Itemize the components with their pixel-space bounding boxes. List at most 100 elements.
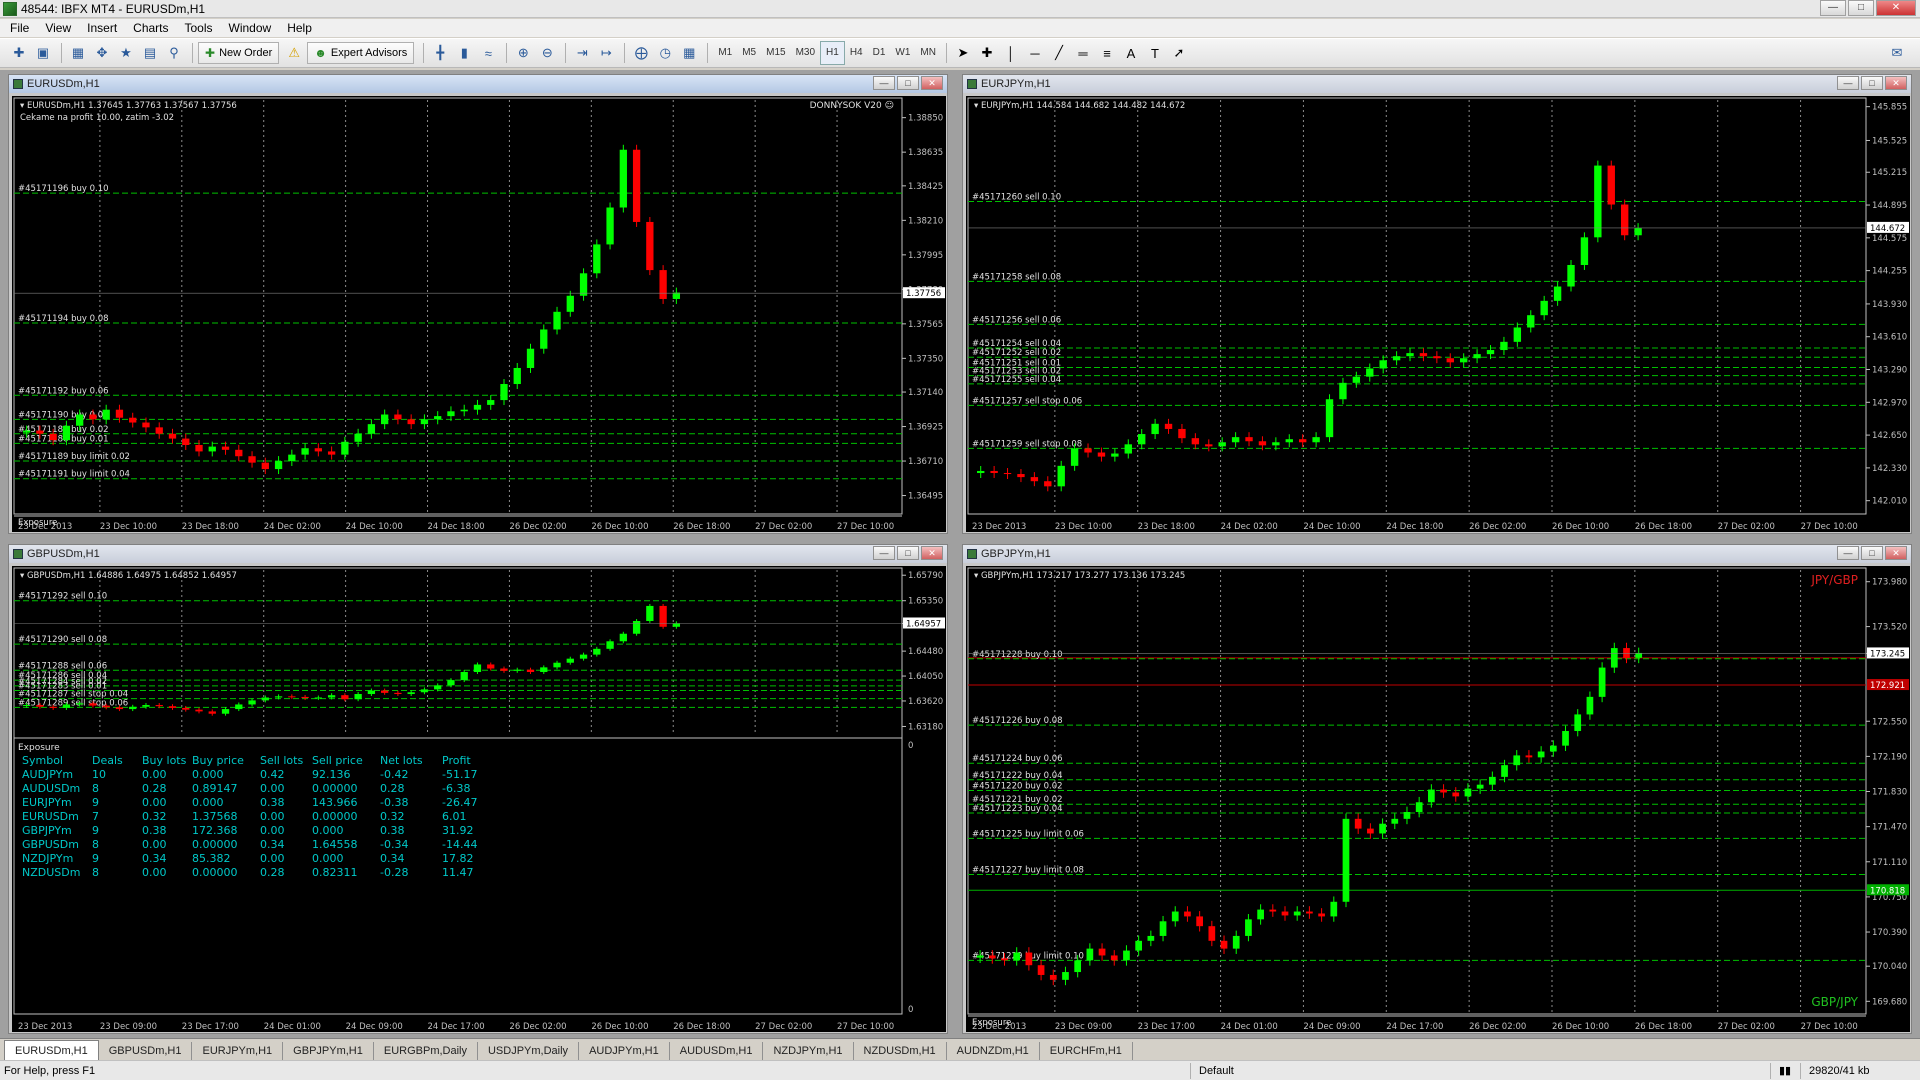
market-watch-icon[interactable]: ▦	[67, 42, 89, 64]
chart-plot[interactable]: 145.855 145.525 145.215 144.895 144.575 144.2…	[966, 96, 1910, 532]
minimize-button[interactable]: —	[1820, 0, 1846, 16]
chart-titlebar[interactable]: GBPUSDm,H1 — □ ✕	[9, 545, 947, 563]
maximize-button[interactable]: □	[1848, 0, 1874, 16]
chart-plot[interactable]: 1.38850 1.38635 1.38425 1.38210 1.37995 1.377…	[12, 96, 946, 532]
chart-maximize-button[interactable]: □	[1861, 76, 1883, 90]
menu-tools[interactable]: Tools	[177, 19, 221, 37]
timeframe-h4[interactable]: H4	[845, 42, 868, 64]
chart-titlebar[interactable]: GBPJPYm,H1 — □ ✕	[963, 545, 1911, 563]
x-tick-label: 26 Dec 02:00	[509, 522, 566, 532]
timeframe-m5[interactable]: M5	[737, 42, 761, 64]
candlestick-chart[interactable]: 173.980 173.520 173.245 172.550 172.190 171.8…	[966, 566, 1910, 1032]
timeframe-d1[interactable]: D1	[868, 42, 891, 64]
chart-tab[interactable]: AUDNZDm,H1	[947, 1042, 1040, 1060]
equidistant-channel-icon[interactable]: ═	[1072, 42, 1094, 64]
menu-window[interactable]: Window	[221, 19, 280, 37]
candle	[1391, 818, 1399, 824]
chart-close-button[interactable]: ✕	[921, 76, 943, 90]
chart-titlebar[interactable]: EURUSDm,H1 — □ ✕	[9, 75, 947, 93]
timeframe-m1[interactable]: M1	[713, 42, 737, 64]
chart-plot[interactable]: 173.980 173.520 173.245 172.550 172.190 171.8…	[966, 566, 1910, 1032]
chart-minimize-button[interactable]: —	[1837, 76, 1859, 90]
chart-maximize-button[interactable]: □	[897, 546, 919, 560]
exposure-cell: 0.28	[142, 782, 167, 795]
candlestick-icon[interactable]: ▮	[453, 42, 475, 64]
candle	[1124, 444, 1132, 454]
chart-tab[interactable]: EURGBPm,Daily	[374, 1042, 478, 1060]
chart-tab[interactable]: GBPUSDm,H1	[99, 1042, 193, 1060]
chart-tab[interactable]: EURJPYm,H1	[192, 1042, 284, 1060]
candlestick-chart[interactable]: 145.855 145.525 145.215 144.895 144.575 144.2…	[966, 96, 1910, 532]
fibonacci-icon[interactable]: ≡	[1096, 42, 1118, 64]
new-chart-icon[interactable]: ✚	[8, 42, 30, 64]
vertical-line-icon[interactable]: │	[1000, 42, 1022, 64]
line-chart-icon[interactable]: ≈	[477, 42, 499, 64]
menu-help[interactable]: Help	[279, 19, 320, 37]
metaeditor-icon[interactable]: ⚠	[283, 42, 305, 64]
data-window-icon[interactable]: ✥	[91, 42, 113, 64]
menu-view[interactable]: View	[37, 19, 79, 37]
chart-tab[interactable]: AUDJPYm,H1	[579, 1042, 670, 1060]
bar-chart-icon[interactable]: ╋	[429, 42, 451, 64]
close-button[interactable]: ✕	[1876, 0, 1916, 16]
candle	[1184, 911, 1191, 917]
chat-icon[interactable]: ✉	[1886, 42, 1908, 64]
cursor-icon[interactable]: ➤	[952, 42, 974, 64]
arrows-icon[interactable]: ➚	[1168, 42, 1190, 64]
chart-titlebar[interactable]: EURJPYm,H1 — □ ✕	[963, 75, 1911, 93]
chart-tab[interactable]: USDJPYm,Daily	[478, 1042, 580, 1060]
chart-minimize-button[interactable]: —	[1837, 546, 1859, 560]
templates-icon[interactable]: ▦	[678, 42, 700, 64]
chart-window-gbpjpy[interactable]: GBPJPYm,H1 — □ ✕ 173.980173.520173.24517…	[962, 544, 1912, 1034]
candle	[394, 414, 402, 420]
candlestick-chart[interactable]: 1.65790 1.65350 1.64957 1.64480 1.64050 1.636…	[12, 566, 946, 1032]
chart-window-gbpusd[interactable]: GBPUSDm,H1 — □ ✕ 1.657901.653501.649571.…	[8, 544, 948, 1034]
expert-advisors-button[interactable]: ☻ Expert Advisors	[307, 42, 415, 64]
terminal-icon[interactable]: ▤	[139, 42, 161, 64]
menu-charts[interactable]: Charts	[125, 19, 176, 37]
chart-maximize-button[interactable]: □	[1861, 546, 1883, 560]
chart-tab[interactable]: AUDUSDm,H1	[670, 1042, 764, 1060]
candlestick-chart[interactable]: 1.38850 1.38635 1.38425 1.38210 1.37995 1.377…	[12, 96, 946, 532]
y-tick-label: 173.980	[1872, 578, 1907, 588]
chart-tab[interactable]: NZDJPYm,H1	[763, 1042, 854, 1060]
menu-file[interactable]: File	[2, 19, 37, 37]
chart-plot[interactable]: 1.65790 1.65350 1.64957 1.64480 1.64050 1.636…	[12, 566, 946, 1032]
chart-close-button[interactable]: ✕	[921, 546, 943, 560]
chart-minimize-button[interactable]: —	[873, 546, 895, 560]
auto-scroll-icon[interactable]: ⇥	[571, 42, 593, 64]
status-profile[interactable]: Default	[1190, 1062, 1770, 1079]
horizontal-line-icon[interactable]: ─	[1024, 42, 1046, 64]
chart-tab[interactable]: EURCHFm,H1	[1040, 1042, 1133, 1060]
zoom-in-icon[interactable]: ⊕	[512, 42, 534, 64]
chart-window-eurjpy[interactable]: EURJPYm,H1 — □ ✕ 145.855 145.525 145.215 14…	[962, 74, 1912, 534]
periods-icon[interactable]: ◷	[654, 42, 676, 64]
chart-tab[interactable]: GBPJPYm,H1	[283, 1042, 374, 1060]
zoom-out-icon[interactable]: ⊖	[536, 42, 558, 64]
chart-tab[interactable]: NZDUSDm,H1	[854, 1042, 947, 1060]
text-icon[interactable]: A	[1120, 42, 1142, 64]
timeframe-m30[interactable]: M30	[791, 42, 820, 64]
chart-close-button[interactable]: ✕	[1885, 76, 1907, 90]
crosshair-icon[interactable]: ✚	[976, 42, 998, 64]
trendline-icon[interactable]: ╱	[1048, 42, 1070, 64]
timeframe-mn[interactable]: MN	[915, 42, 941, 64]
chart-shift-icon[interactable]: ↦	[595, 42, 617, 64]
candle	[1580, 237, 1589, 265]
strategy-tester-icon[interactable]: ⚲	[163, 42, 185, 64]
timeframe-w1[interactable]: W1	[890, 42, 915, 64]
chart-close-button[interactable]: ✕	[1885, 546, 1907, 560]
chart-tab[interactable]: EURUSDm,H1	[4, 1040, 99, 1060]
text-label-icon[interactable]: T	[1144, 42, 1166, 64]
chart-frame	[13, 97, 903, 515]
chart-minimize-button[interactable]: —	[873, 76, 895, 90]
profiles-icon[interactable]: ▣	[32, 42, 54, 64]
chart-window-eurusd[interactable]: EURUSDm,H1 — □ ✕ 1.38850 1.38635 1.38425 1.…	[8, 74, 948, 534]
indicators-icon[interactable]: ⨁	[630, 42, 652, 64]
timeframe-h1[interactable]: H1	[820, 41, 845, 65]
new-order-button[interactable]: ✚ New Order	[198, 42, 280, 64]
menu-insert[interactable]: Insert	[79, 19, 125, 37]
timeframe-m15[interactable]: M15	[761, 42, 790, 64]
navigator-icon[interactable]: ★	[115, 42, 137, 64]
chart-maximize-button[interactable]: □	[897, 76, 919, 90]
